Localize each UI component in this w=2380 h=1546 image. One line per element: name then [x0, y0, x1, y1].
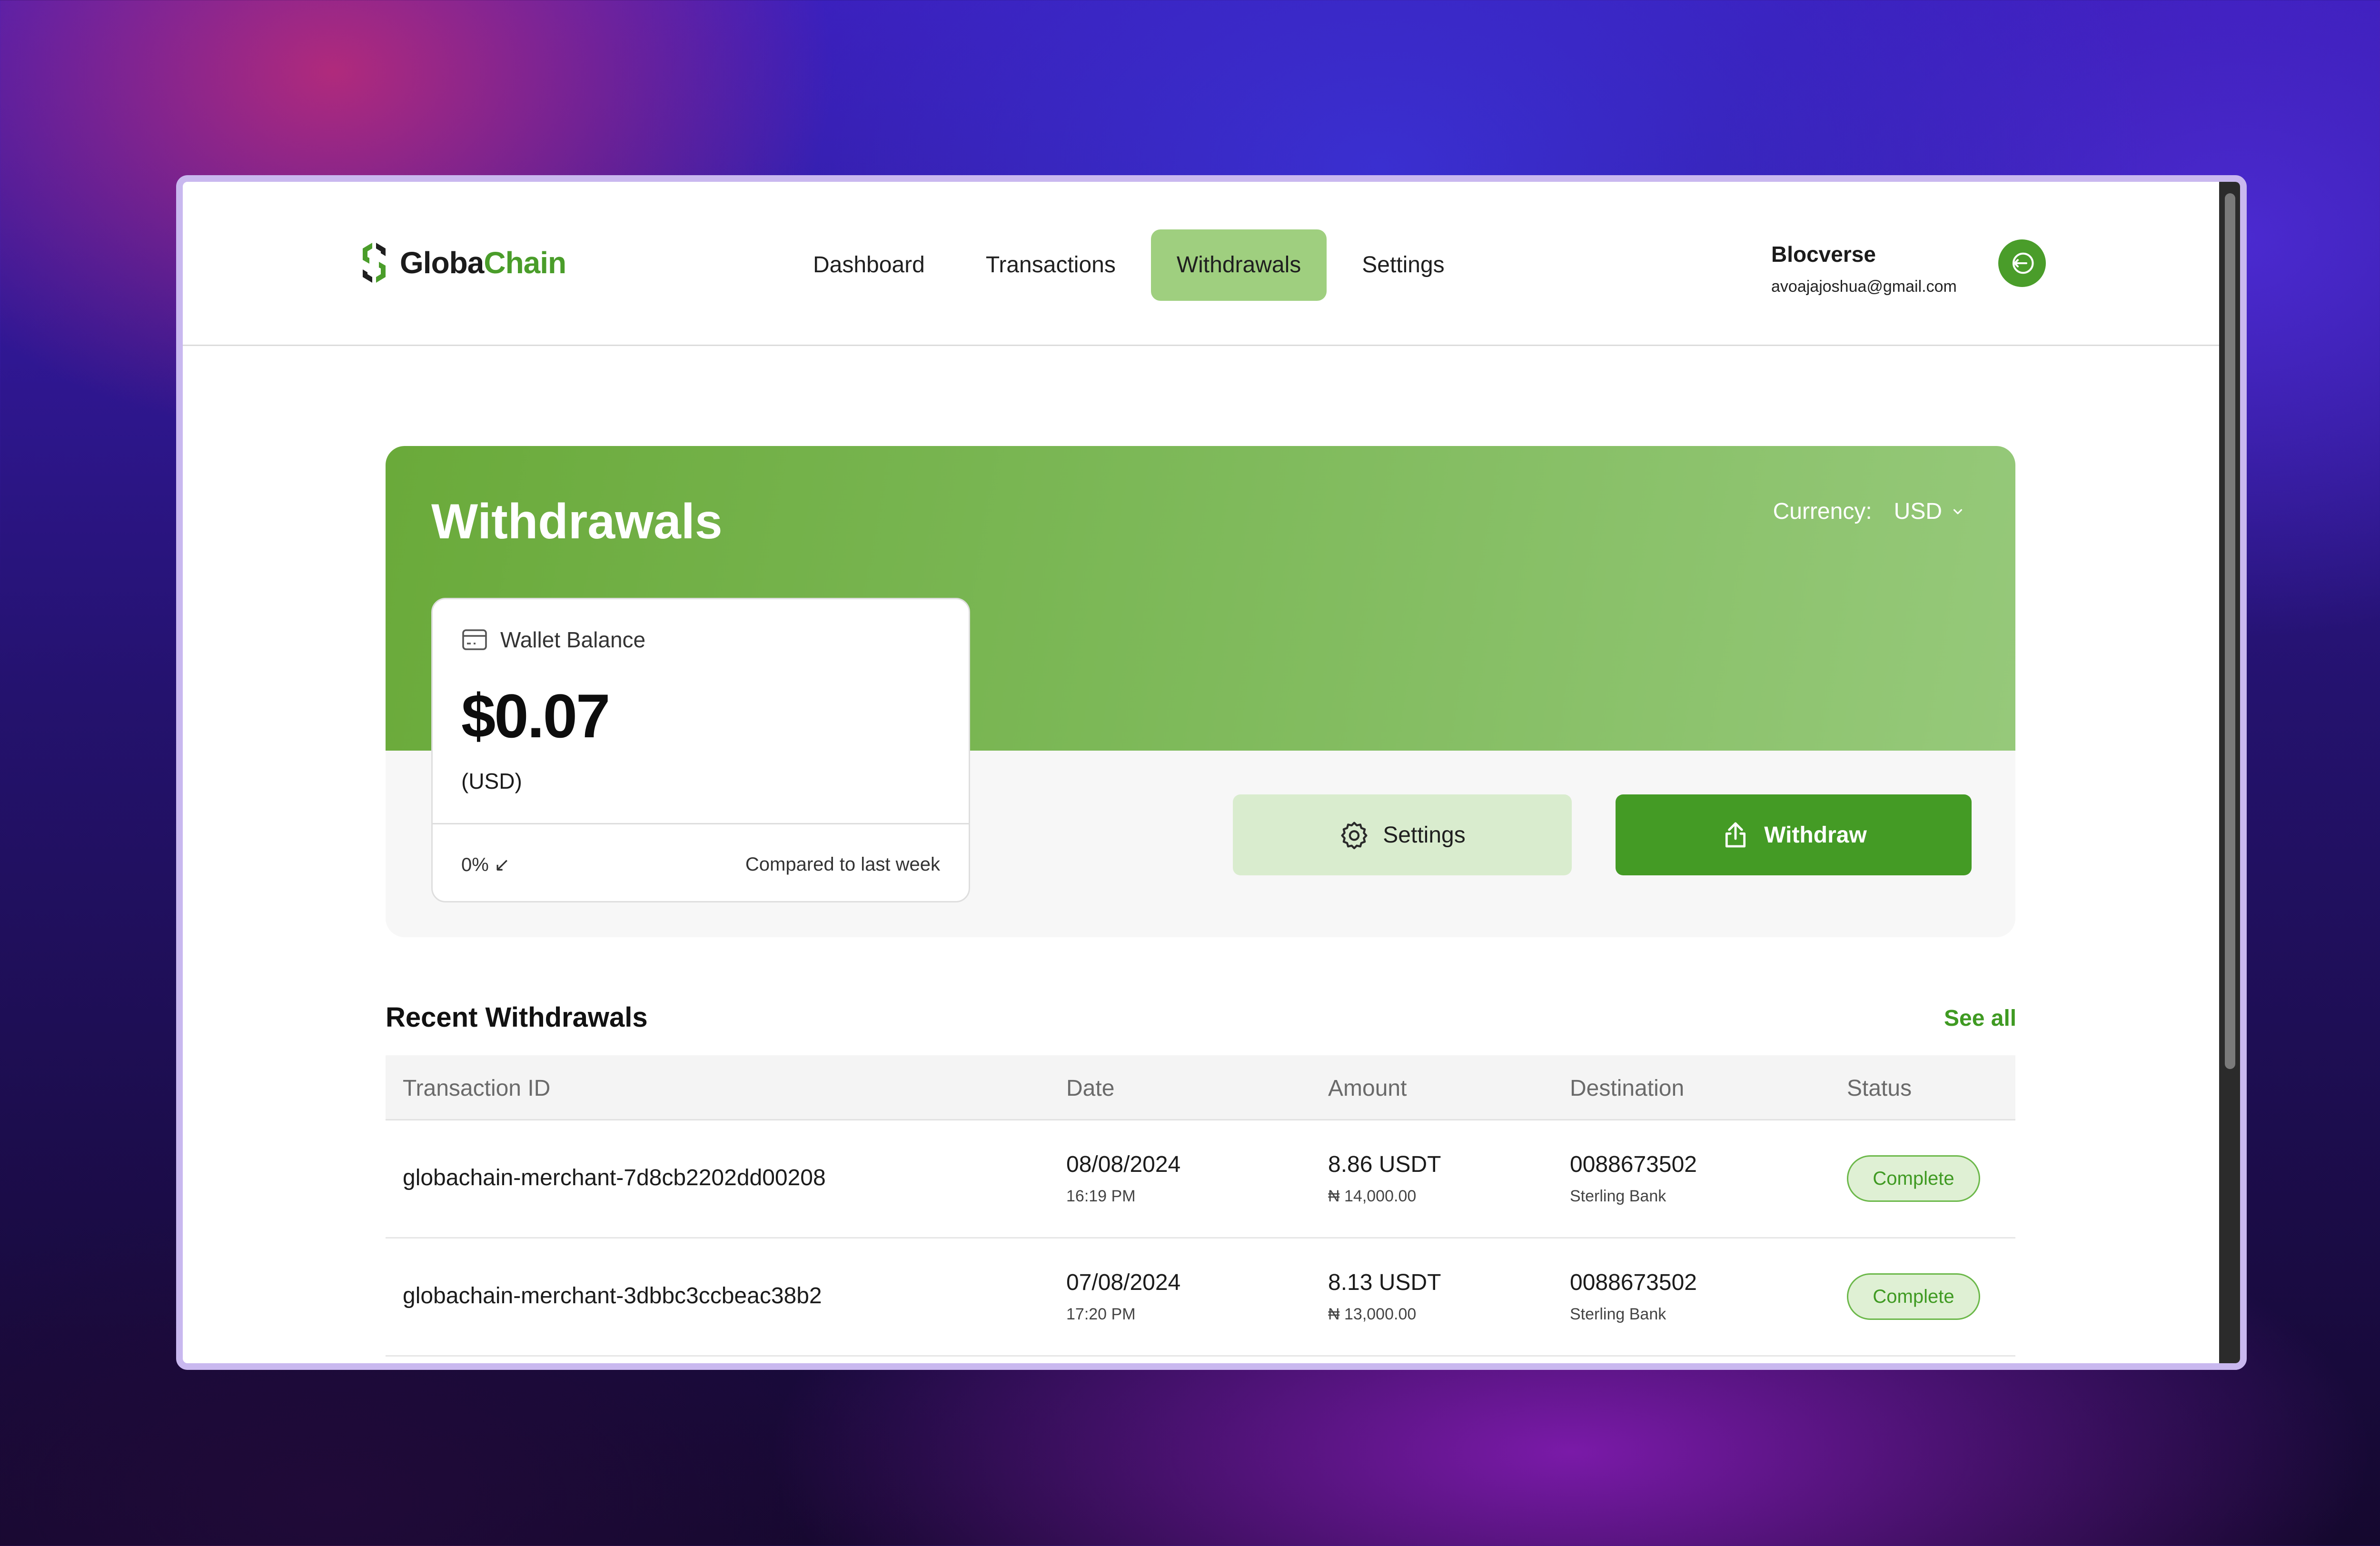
logo-text: GlobaChain: [400, 246, 566, 280]
transaction-id: globachain-merchant-7d8cb2202dd00208: [403, 1165, 826, 1190]
wallet-unit: (USD): [461, 769, 522, 793]
main-nav: Dashboard Transactions Withdrawals Setti…: [787, 229, 1480, 301]
chevron-down-icon: [1953, 509, 1963, 514]
transaction-id: globachain-merchant-3dbbc3ccbeac38b2: [403, 1283, 822, 1308]
col-status: Status: [1847, 1076, 1912, 1101]
amount: 8.86 USDT: [1328, 1152, 1441, 1177]
amount-cell: 8.86 USDT ₦ 14,000.00: [1328, 1151, 1441, 1206]
browser-window: GlobaChain Dashboard Transactions Withdr…: [176, 175, 2247, 1370]
account-number: 0088673502: [1570, 1152, 1697, 1177]
withdrawals-hero: Withdrawals Currency: USD Wallet Balance…: [386, 446, 2015, 937]
destination-cell: 0088673502 Sterling Bank: [1570, 1269, 1697, 1324]
table-row[interactable]: globachain-merchant-3dbbc3ccbeac38b2 07/…: [386, 1239, 2015, 1357]
table-header: Transaction ID Date Amount Destination S…: [386, 1055, 2015, 1120]
currency-value: USD: [1894, 499, 1942, 524]
date-cell: 07/08/2024 17:20 PM: [1066, 1269, 1180, 1324]
time: 16:19 PM: [1066, 1187, 1136, 1205]
col-date: Date: [1066, 1076, 1115, 1101]
user-name: Blocverse: [1771, 242, 1876, 267]
bank-name: Sterling Bank: [1570, 1187, 1666, 1205]
col-transaction-id: Transaction ID: [403, 1076, 551, 1101]
settings-button-label: Settings: [1383, 822, 1466, 848]
destination-cell: 0088673502 Sterling Bank: [1570, 1151, 1697, 1206]
recent-withdrawals-title: Recent Withdrawals: [386, 1002, 648, 1033]
amount: 8.13 USDT: [1328, 1270, 1441, 1295]
date-cell: 08/08/2024 16:19 PM: [1066, 1151, 1180, 1206]
status-badge: Complete: [1847, 1155, 1980, 1202]
see-all-link[interactable]: See all: [1944, 1005, 2016, 1031]
wallet-balance-card: Wallet Balance $0.07 (USD) 0% ↙ Compared…: [431, 598, 970, 902]
bank-name: Sterling Bank: [1570, 1305, 1666, 1323]
settings-button[interactable]: Settings: [1233, 794, 1572, 875]
time: 17:20 PM: [1066, 1305, 1136, 1323]
scrollbar[interactable]: [2219, 182, 2240, 1363]
nav-settings[interactable]: Settings: [1336, 229, 1470, 301]
currency-label: Currency:: [1773, 499, 1872, 524]
wallet-card-icon: [462, 629, 487, 650]
amount-ngn: ₦ 13,000.00: [1328, 1305, 1417, 1323]
date: 08/08/2024: [1066, 1152, 1181, 1177]
withdraw-button-label: Withdraw: [1764, 822, 1867, 848]
date: 07/08/2024: [1066, 1270, 1181, 1295]
scrollbar-thumb[interactable]: [2225, 193, 2235, 1069]
col-amount: Amount: [1328, 1076, 1407, 1101]
user-info: Blocverse avoajajoshua@gmail.com: [1771, 241, 1957, 296]
gear-icon: [1341, 822, 1368, 850]
account-number: 0088673502: [1570, 1270, 1697, 1295]
logout-icon: [2012, 252, 2034, 274]
nav-transactions[interactable]: Transactions: [960, 229, 1141, 301]
amount-cell: 8.13 USDT ₦ 13,000.00: [1328, 1269, 1441, 1324]
globachain-logo[interactable]: GlobaChain: [355, 239, 566, 287]
wallet-compare-text: Compared to last week: [745, 854, 940, 875]
upload-icon: [1726, 822, 1746, 848]
page-title: Withdrawals: [431, 494, 723, 549]
status-badge: Complete: [1847, 1273, 1980, 1320]
user-email: avoajajoshua@gmail.com: [1771, 277, 1957, 296]
withdraw-button[interactable]: Withdraw: [1616, 794, 1972, 875]
wallet-card-header: Wallet Balance: [461, 627, 645, 653]
wallet-amount: $0.07: [461, 681, 610, 751]
globachain-logo-icon: [363, 243, 386, 283]
top-header: GlobaChain Dashboard Transactions Withdr…: [183, 182, 2219, 346]
wallet-divider: [433, 823, 969, 824]
col-destination: Destination: [1570, 1076, 1685, 1101]
nav-withdrawals[interactable]: Withdrawals: [1150, 229, 1327, 301]
wallet-label: Wallet Balance: [500, 627, 646, 652]
nav-dashboard[interactable]: Dashboard: [787, 229, 951, 301]
amount-ngn: ₦ 14,000.00: [1328, 1187, 1417, 1205]
wallet-change: 0% ↙: [461, 854, 510, 875]
withdrawals-table: Transaction ID Date Amount Destination S…: [386, 1055, 2015, 1357]
table-row[interactable]: globachain-merchant-7d8cb2202dd00208 08/…: [386, 1120, 2015, 1239]
logout-button[interactable]: [1998, 239, 2046, 287]
currency-selector[interactable]: Currency: USD: [1773, 498, 1965, 525]
